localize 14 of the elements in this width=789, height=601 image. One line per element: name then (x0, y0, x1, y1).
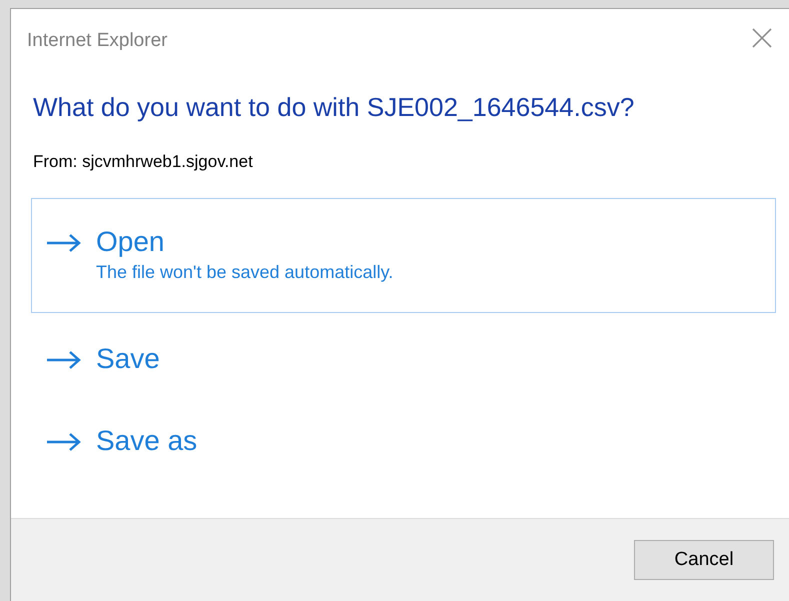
option-label: Save as (96, 424, 198, 458)
window-title: Internet Explorer (27, 29, 168, 53)
arrow-icon (46, 432, 82, 452)
option-description: The file won't be saved automatically. (96, 261, 394, 284)
arrow-icon (46, 350, 82, 370)
cancel-button[interactable]: Cancel (634, 540, 774, 580)
option-label: Save (96, 342, 160, 376)
arrow-icon (46, 233, 82, 253)
option-label: Open (96, 225, 166, 259)
download-option[interactable]: Open The file won't be saved automatically. (31, 198, 776, 313)
download-option[interactable]: Save (31, 323, 776, 395)
source-text: From: sjcvmhrweb1.sjgov.net (32, 150, 254, 172)
dialog-heading: What do you want to do with SJE002_1646544.csv? (32, 90, 636, 124)
download-option[interactable]: Save as (31, 405, 776, 477)
